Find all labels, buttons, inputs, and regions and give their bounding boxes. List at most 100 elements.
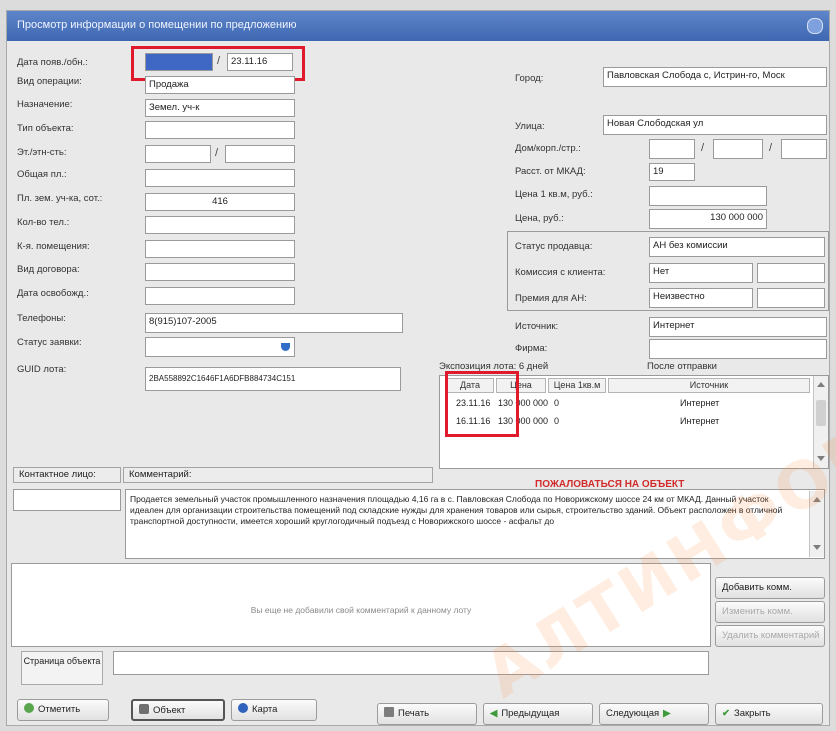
- close-button[interactable]: ✔ Закрыть: [715, 703, 823, 725]
- row-source: Интернет: [680, 416, 720, 426]
- guid-label: GUID лота:: [17, 364, 67, 375]
- edit-comment-button[interactable]: Изменить комм.: [715, 601, 825, 623]
- check-icon: ✔: [722, 708, 730, 719]
- mark-button[interactable]: Отметить: [17, 699, 109, 721]
- building-field[interactable]: [713, 139, 763, 159]
- arrow-left-icon: ◀: [490, 708, 498, 719]
- contract-field[interactable]: [145, 263, 295, 281]
- seller-status-field[interactable]: АН без комиссии: [649, 237, 825, 257]
- city-field[interactable]: Павловская Слобода с, Истрин-го, Моск: [603, 67, 827, 87]
- total-area-label: Общая пл.:: [17, 169, 67, 180]
- price-m2-label: Цена 1 кв.м, руб.:: [515, 189, 593, 200]
- printer-icon: [384, 707, 394, 717]
- check-circle-icon: [24, 703, 34, 713]
- price-field[interactable]: 130 000 000: [649, 209, 767, 229]
- floor-separator: /: [215, 147, 219, 159]
- house-separator-1: /: [701, 142, 705, 154]
- prev-button[interactable]: ◀ Предыдущая: [483, 703, 593, 725]
- col-price-m2-header[interactable]: Цена 1кв.м: [548, 378, 606, 393]
- house-field[interactable]: [649, 139, 695, 159]
- source-label: Источник:: [515, 321, 559, 332]
- city-label: Город:: [515, 73, 544, 84]
- close-label: Закрыть: [733, 708, 771, 719]
- object-type-label: Тип объекта:: [17, 123, 74, 134]
- purpose-label: Назначение:: [17, 99, 73, 110]
- rooms-label: Кол-во тел.:: [17, 217, 70, 228]
- publish-date-label: Дата появ./обн.:: [17, 57, 88, 68]
- floors-total-field[interactable]: [225, 145, 295, 163]
- seller-status-label: Статус продавца:: [515, 241, 593, 252]
- price-m2-field[interactable]: [649, 186, 767, 206]
- land-area-label: Пл. зем. уч-ка, сот.:: [17, 193, 103, 204]
- object-button[interactable]: Объект: [131, 699, 225, 721]
- offer-details-window: Просмотр информации о помещении по предл…: [6, 10, 830, 726]
- client-commission-extra-field[interactable]: [757, 263, 825, 283]
- scroll-down-icon[interactable]: [813, 545, 821, 550]
- total-area-field[interactable]: [145, 169, 295, 187]
- next-button[interactable]: Следующая ▶: [599, 703, 709, 725]
- guid-field[interactable]: 2BA558892C1646F1A6DFB884734C151: [145, 367, 401, 391]
- house-icon: [139, 704, 149, 714]
- comment-tab[interactable]: Комментарий:: [123, 467, 433, 483]
- company-field[interactable]: [649, 339, 827, 359]
- print-label: Печать: [398, 708, 430, 719]
- mark-label: Отметить: [38, 704, 81, 715]
- status-dropdown[interactable]: [145, 337, 295, 357]
- purpose-field[interactable]: Земел. уч-к: [145, 99, 295, 117]
- object-label: Объект: [153, 705, 186, 716]
- row-source: Интернет: [680, 398, 720, 408]
- street-field[interactable]: Новая Слободская ул: [603, 115, 827, 135]
- window-title: Просмотр информации о помещении по предл…: [17, 19, 297, 31]
- scroll-up-icon[interactable]: [817, 382, 825, 387]
- company-label: Фирма:: [515, 343, 548, 354]
- next-label: Следующая: [606, 708, 660, 719]
- row-price-m2: 0: [554, 416, 560, 426]
- an-bonus-field[interactable]: Неизвестно: [649, 288, 753, 308]
- close-window-icon[interactable]: [807, 18, 823, 34]
- status-label: Статус заявки:: [17, 337, 82, 348]
- contract-label: Вид договора:: [17, 264, 80, 275]
- vacancy-field[interactable]: [145, 287, 295, 305]
- globe-icon: [238, 703, 248, 713]
- print-button[interactable]: Печать: [377, 703, 477, 725]
- map-button[interactable]: Карта: [231, 699, 317, 721]
- row-price-m2: 0: [554, 398, 560, 408]
- land-area-field[interactable]: 416: [145, 193, 295, 211]
- price-label: Цена, руб.:: [515, 213, 564, 224]
- scroll-thumb[interactable]: [816, 400, 826, 426]
- dropdown-arrow-icon: [281, 343, 290, 351]
- client-commission-label: Комиссия с клиента:: [515, 267, 606, 278]
- col-source-header[interactable]: Источник: [608, 378, 810, 393]
- after-send-label: После отправки: [647, 361, 717, 372]
- rooms-field[interactable]: [145, 216, 295, 234]
- history-date-highlight: [445, 371, 519, 437]
- an-bonus-label: Премия для АН:: [515, 293, 587, 304]
- title-bar: Просмотр информации о помещении по предл…: [7, 11, 829, 41]
- structure-field[interactable]: [781, 139, 827, 159]
- premises-label: К-я. помещения:: [17, 241, 90, 252]
- arrow-right-icon: ▶: [663, 708, 671, 719]
- house-label: Дом/корп./стр.:: [515, 143, 581, 154]
- floor-label: Эт./этн-сть:: [17, 147, 67, 158]
- source-field[interactable]: Интернет: [649, 317, 827, 337]
- operation-field[interactable]: Продажа: [145, 76, 295, 94]
- add-comment-button[interactable]: Добавить комм.: [715, 577, 825, 599]
- delete-comment-button[interactable]: Удалить комментарий: [715, 625, 825, 647]
- street-label: Улица:: [515, 121, 545, 132]
- distance-label: Расст. от МКАД:: [515, 166, 586, 177]
- an-bonus-extra-field[interactable]: [757, 288, 825, 308]
- house-separator-2: /: [769, 142, 773, 154]
- map-label: Карта: [252, 704, 278, 715]
- object-type-field[interactable]: [145, 121, 295, 139]
- phones-field[interactable]: 8(915)107-2005: [145, 313, 403, 333]
- object-page-field[interactable]: [113, 651, 709, 675]
- contact-person-tab[interactable]: Контактное лицо:: [13, 467, 121, 483]
- premises-field[interactable]: [145, 240, 295, 258]
- contact-person-field[interactable]: [13, 489, 121, 511]
- client-commission-field[interactable]: Нет: [649, 263, 753, 283]
- object-page-label: Страница объекта: [21, 651, 103, 685]
- phones-label: Телефоны:: [17, 313, 66, 324]
- operation-label: Вид операции:: [17, 76, 82, 87]
- distance-field[interactable]: 19: [649, 163, 695, 181]
- floor-field[interactable]: [145, 145, 211, 163]
